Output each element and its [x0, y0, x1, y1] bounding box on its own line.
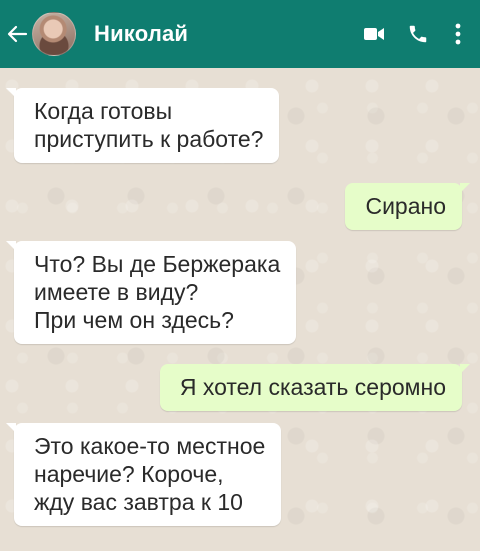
message-text: наречие? Короче,	[34, 461, 224, 487]
avatar[interactable]	[32, 12, 76, 56]
message-bubble-outgoing[interactable]: Я хотел сказать серомно	[159, 364, 471, 411]
message-text: Я хотел сказать серомно	[179, 374, 446, 400]
message-text: Сирано	[365, 193, 446, 219]
message-bubble-incoming[interactable]: Когда готовы приступить к работе?	[5, 88, 280, 163]
message-text: Когда готовы	[34, 98, 173, 124]
more-vertical-icon	[455, 23, 461, 45]
contact-name[interactable]: Николай	[94, 21, 352, 47]
voice-call-button[interactable]	[396, 0, 440, 68]
message-list[interactable]: Когда готовы приступить к работе? Сирано…	[0, 68, 480, 551]
message-bubble-incoming[interactable]: Это какое-то местное наречие? Короче, жд…	[5, 423, 282, 526]
message-text: Это какое-то местное	[34, 433, 266, 459]
message-bubble-incoming[interactable]: Что? Вы де Бержерака имеете в виду? При …	[5, 241, 297, 344]
video-call-button[interactable]	[352, 0, 396, 68]
message-text: приступить к работе?	[34, 126, 264, 152]
message-text: При чем он здесь?	[34, 307, 234, 333]
message-text: имеете в виду?	[34, 279, 199, 305]
arrow-left-icon	[7, 25, 28, 43]
menu-button[interactable]	[440, 0, 476, 68]
phone-icon	[409, 25, 427, 43]
chat-header: Николай	[0, 0, 480, 68]
message-text: жду вас завтра к 10	[34, 489, 243, 515]
message-bubble-outgoing[interactable]: Сирано	[345, 183, 470, 230]
video-camera-icon	[364, 28, 384, 40]
message-text: Что? Вы де Бержерака	[34, 251, 281, 277]
back-button[interactable]	[4, 0, 30, 68]
